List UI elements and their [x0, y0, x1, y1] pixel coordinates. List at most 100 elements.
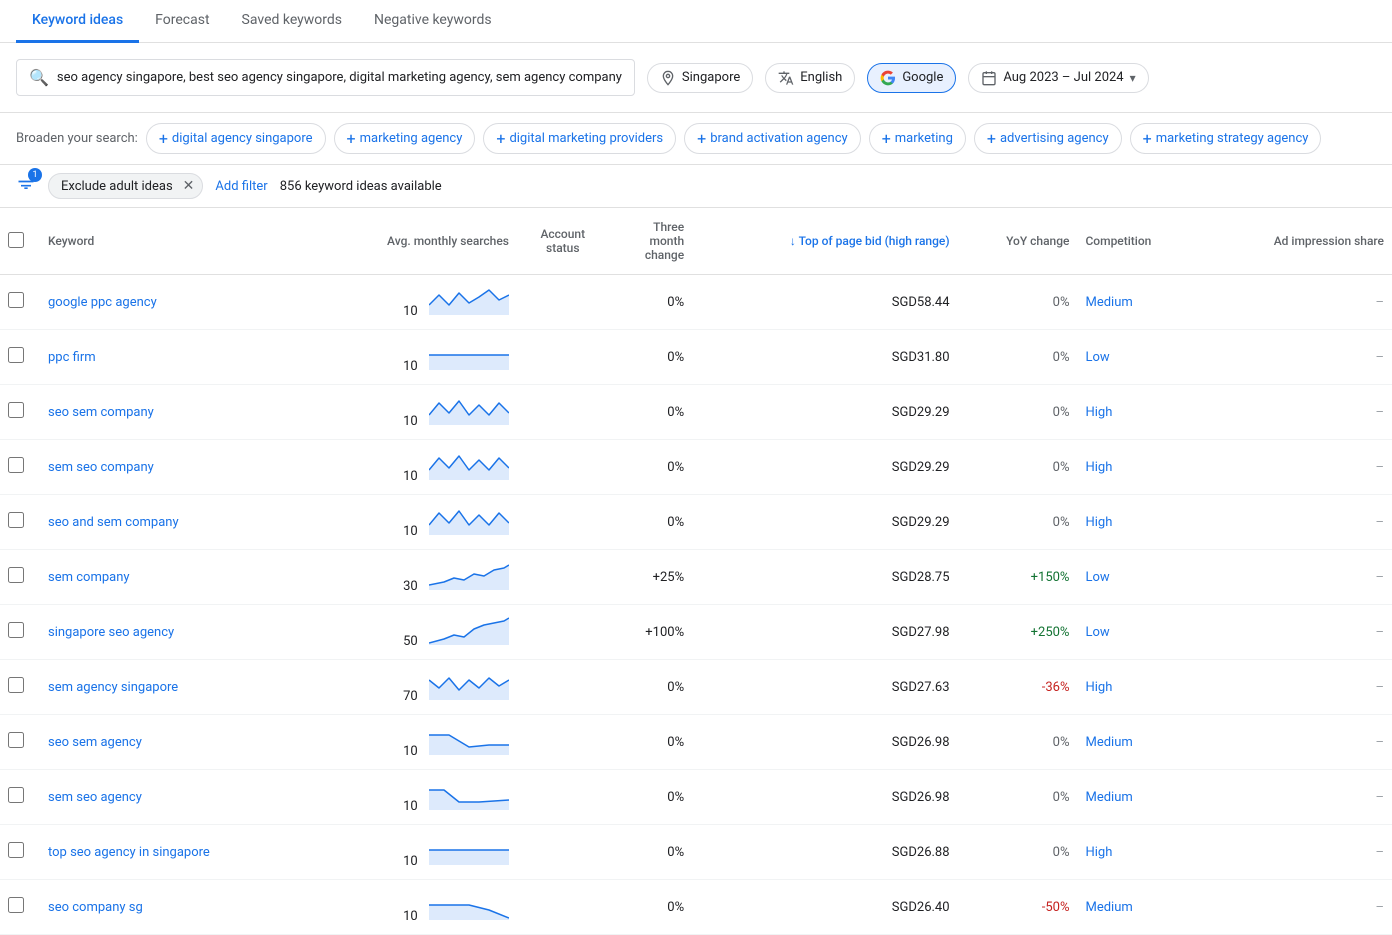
- add-filter-button[interactable]: Add filter: [215, 179, 267, 194]
- row-competition-2: High: [1077, 385, 1201, 440]
- th-competition[interactable]: Competition: [1077, 208, 1201, 275]
- row-yoy-2: 0%: [958, 385, 1078, 440]
- broaden-chip-4[interactable]: + marketing: [869, 123, 966, 154]
- th-yoy[interactable]: YoY change: [958, 208, 1078, 275]
- plus-icon-6: +: [1143, 129, 1152, 148]
- broaden-chip-label-3: brand activation agency: [710, 131, 847, 146]
- broaden-chip-1[interactable]: + marketing agency: [334, 123, 476, 154]
- row-checkbox-4[interactable]: [8, 512, 24, 528]
- broaden-chip-2[interactable]: + digital marketing providers: [483, 123, 676, 154]
- keyword-link-7[interactable]: sem agency singapore: [48, 680, 178, 695]
- broaden-chip-6[interactable]: + marketing strategy agency: [1130, 123, 1322, 154]
- row-checkbox-cell-0[interactable]: [0, 275, 40, 330]
- broaden-chip-3[interactable]: + brand activation agency: [684, 123, 861, 154]
- row-checkbox-2[interactable]: [8, 402, 24, 418]
- tab-negative-keywords[interactable]: Negative keywords: [358, 0, 508, 43]
- search-engine-filter[interactable]: Google: [867, 63, 956, 93]
- tab-keyword-ideas[interactable]: Keyword ideas: [16, 0, 139, 43]
- row-checkbox-10[interactable]: [8, 842, 24, 858]
- exclude-close-icon[interactable]: ✕: [183, 178, 195, 194]
- tab-forecast[interactable]: Forecast: [139, 0, 225, 43]
- sparkline-3: [429, 469, 509, 484]
- row-checkbox-6[interactable]: [8, 622, 24, 638]
- avg-value-9: 10: [403, 799, 418, 814]
- row-checkbox-0[interactable]: [8, 292, 24, 308]
- keyword-link-6[interactable]: singapore seo agency: [48, 625, 174, 640]
- th-top-bid[interactable]: ↓ Top of page bid (high range): [692, 208, 957, 275]
- row-top-bid-2: SGD29.29: [692, 385, 957, 440]
- row-checkbox-cell-8[interactable]: [0, 715, 40, 770]
- keyword-search-box[interactable]: 🔍 seo agency singapore, best seo agency …: [16, 59, 635, 96]
- row-avg-10: 10: [309, 825, 517, 880]
- row-checkbox-cell-7[interactable]: [0, 660, 40, 715]
- row-checkbox-1[interactable]: [8, 347, 24, 363]
- keyword-link-11[interactable]: seo company sg: [48, 900, 143, 915]
- keyword-link-10[interactable]: top seo agency in singapore: [48, 845, 210, 860]
- keyword-table-container: Keyword Avg. monthly searches Accountsta…: [0, 208, 1392, 935]
- th-account-status[interactable]: Accountstatus: [517, 208, 609, 275]
- table-row: singapore seo agency 50 +100% SGD27.98 +…: [0, 605, 1392, 660]
- row-avg-8: 10: [309, 715, 517, 770]
- row-checkbox-cell-2[interactable]: [0, 385, 40, 440]
- keyword-link-9[interactable]: sem seo agency: [48, 790, 142, 805]
- row-checkbox-cell-6[interactable]: [0, 605, 40, 660]
- th-three-month[interactable]: Threemonthchange: [609, 208, 693, 275]
- row-ad-impression-6: –: [1201, 605, 1392, 660]
- row-account-status-11: [517, 880, 609, 935]
- keyword-link-0[interactable]: google ppc agency: [48, 295, 157, 310]
- sparkline-5: [429, 579, 509, 594]
- keyword-link-4[interactable]: seo and sem company: [48, 515, 179, 530]
- language-filter[interactable]: English: [765, 63, 855, 93]
- row-top-bid-0: SGD58.44: [692, 275, 957, 330]
- row-three-month-0: 0%: [609, 275, 693, 330]
- exclude-adult-chip[interactable]: Exclude adult ideas ✕: [48, 173, 203, 199]
- row-yoy-7: -36%: [958, 660, 1078, 715]
- tab-saved-keywords[interactable]: Saved keywords: [226, 0, 358, 43]
- row-checkbox-3[interactable]: [8, 457, 24, 473]
- location-filter[interactable]: Singapore: [647, 63, 753, 93]
- th-select-all[interactable]: [0, 208, 40, 275]
- row-checkbox-cell-9[interactable]: [0, 770, 40, 825]
- row-checkbox-cell-3[interactable]: [0, 440, 40, 495]
- row-checkbox-8[interactable]: [8, 732, 24, 748]
- keyword-link-1[interactable]: ppc firm: [48, 350, 96, 365]
- row-yoy-0: 0%: [958, 275, 1078, 330]
- row-competition-6: Low: [1077, 605, 1201, 660]
- row-checkbox-7[interactable]: [8, 677, 24, 693]
- plus-icon-3: +: [697, 129, 706, 148]
- th-ad-impression[interactable]: Ad impression share: [1201, 208, 1392, 275]
- row-three-month-10: 0%: [609, 825, 693, 880]
- date-filter[interactable]: Aug 2023 – Jul 2024 ▾: [968, 63, 1148, 93]
- row-ad-impression-11: –: [1201, 880, 1392, 935]
- row-checkbox-9[interactable]: [8, 787, 24, 803]
- row-yoy-6: +250%: [958, 605, 1078, 660]
- row-checkbox-cell-5[interactable]: [0, 550, 40, 605]
- row-yoy-9: 0%: [958, 770, 1078, 825]
- keyword-link-2[interactable]: seo sem company: [48, 405, 154, 420]
- row-account-status-7: [517, 660, 609, 715]
- keyword-link-5[interactable]: sem company: [48, 570, 130, 585]
- th-avg-monthly[interactable]: Avg. monthly searches: [309, 208, 517, 275]
- row-checkbox-cell-10[interactable]: [0, 825, 40, 880]
- row-yoy-1: 0%: [958, 330, 1078, 385]
- plus-icon-0: +: [159, 129, 168, 148]
- row-checkbox-5[interactable]: [8, 567, 24, 583]
- row-three-month-9: 0%: [609, 770, 693, 825]
- row-keyword-1: ppc firm: [40, 330, 309, 385]
- keyword-link-3[interactable]: sem seo company: [48, 460, 154, 475]
- sparkline-8: [429, 744, 509, 759]
- table-body: google ppc agency 10 0% SGD58.44 0% Medi…: [0, 275, 1392, 935]
- th-keyword[interactable]: Keyword: [40, 208, 309, 275]
- row-checkbox-cell-1[interactable]: [0, 330, 40, 385]
- row-checkbox-cell-11[interactable]: [0, 880, 40, 935]
- sort-arrow-icon: ↓: [790, 234, 799, 248]
- keyword-link-8[interactable]: seo sem agency: [48, 735, 142, 750]
- row-checkbox-11[interactable]: [8, 897, 24, 913]
- filter-button[interactable]: 1: [16, 174, 36, 198]
- broaden-chip-5[interactable]: + advertising agency: [974, 123, 1122, 154]
- broaden-chip-0[interactable]: + digital agency singapore: [146, 123, 326, 154]
- row-checkbox-cell-4[interactable]: [0, 495, 40, 550]
- table-row: seo and sem company 10 0% SGD29.29 0% Hi…: [0, 495, 1392, 550]
- select-all-checkbox[interactable]: [8, 232, 24, 248]
- broaden-chip-label-1: marketing agency: [360, 131, 463, 146]
